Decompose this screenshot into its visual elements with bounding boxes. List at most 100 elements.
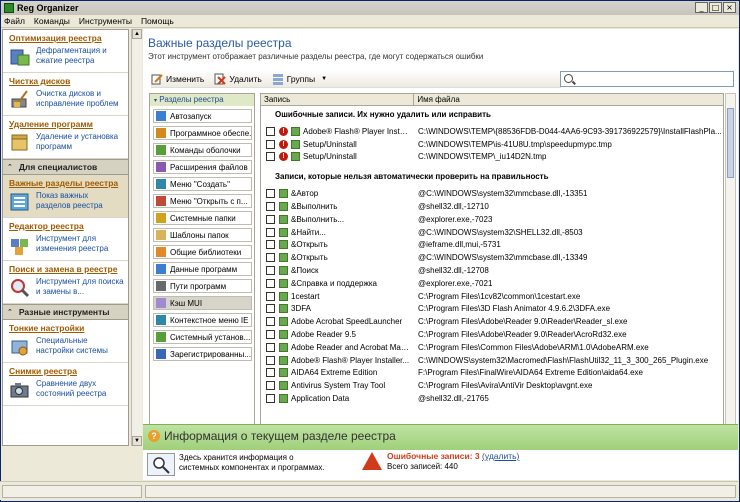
category-icon <box>156 332 166 342</box>
sidebar-item-snapshots[interactable]: Снимки реестра Сравнение двух состояний … <box>3 363 128 406</box>
sidebar-item-title[interactable]: Поиск и замена в реестре <box>9 264 124 274</box>
table-row[interactable]: Adobe Reader 9.5 C:\Program Files\Adobe\R… <box>261 328 723 341</box>
category-item[interactable]: Шаблоны папок <box>153 228 252 242</box>
category-icon <box>156 298 166 308</box>
sidebar-item-registry-optimization[interactable]: Оптимизация реестра Дефрагментация и сжа… <box>3 30 128 73</box>
minimize-button[interactable]: _ <box>695 2 708 13</box>
table-row[interactable]: &Выполнить... @explorer.exe,-7023 <box>261 213 723 226</box>
col-header-file[interactable]: Имя файла <box>414 94 723 105</box>
row-checkbox[interactable] <box>266 394 275 404</box>
delete-errors-link[interactable]: (удалить) <box>482 451 519 461</box>
category-item[interactable]: Меню "Создать" <box>153 177 252 191</box>
row-checkbox[interactable] <box>266 266 275 276</box>
category-item[interactable]: Пути программ <box>153 279 252 293</box>
table-row[interactable]: 3DFA C:\Program Files\3D Flash Animator 4… <box>261 303 723 316</box>
sidebar-item-title[interactable]: Чистка дисков <box>9 76 124 86</box>
sidebar-item-tweaks[interactable]: Тонкие настройки Специальные настройки с… <box>3 320 128 363</box>
table-row[interactable]: Adobe Acrobat SpeedLauncher C:\Program Fi… <box>261 315 723 328</box>
sidebar-item-registry-editor[interactable]: Редактор реестра Инструмент для изменени… <box>3 218 128 261</box>
row-checkbox[interactable] <box>266 253 275 263</box>
section-unverified-header: Записи, которые нельзя автоматически про… <box>275 172 549 182</box>
sidebar-item-title[interactable]: Удаление программ <box>9 119 124 129</box>
maximize-button[interactable]: □ <box>709 2 722 13</box>
group-header-specialists[interactable]: ⌃ Для специалистов <box>3 159 128 175</box>
scroll-down-icon[interactable]: ▼ <box>132 436 142 446</box>
sidebar-item-uninstall[interactable]: Удаление программ Удаление и установка п… <box>3 116 128 159</box>
status-pane-left <box>2 485 142 498</box>
sidebar-item-desc: Сравнение двух состояний реестра <box>36 379 107 398</box>
menu-tools[interactable]: Инструменты <box>79 16 132 26</box>
category-item[interactable]: Кэш MUI <box>153 296 252 310</box>
search-input[interactable] <box>560 71 734 87</box>
row-checkbox[interactable] <box>266 152 275 162</box>
category-item[interactable]: Команды оболочки <box>153 143 252 157</box>
sidebar-item-title[interactable]: Редактор реестра <box>9 221 124 231</box>
sidebar-item-important-sections[interactable]: Важные разделы реестра Показ важных разд… <box>3 175 128 218</box>
table-row[interactable]: Adobe Reader and Acrobat Man... C:\Progra… <box>261 341 723 354</box>
table-row[interactable]: Application Data @shell32.dll,-21765 <box>261 392 723 405</box>
entry-name: Antivirus System Tray Tool <box>291 381 386 391</box>
sidebar-item-disk-cleanup[interactable]: Чистка дисков Очистка дисков и исправлен… <box>3 73 128 116</box>
table-row[interactable]: &Поиск @shell32.dll,-12708 <box>261 264 723 277</box>
row-checkbox[interactable] <box>266 189 275 199</box>
row-checkbox[interactable] <box>266 368 275 378</box>
row-checkbox[interactable] <box>266 278 275 288</box>
sidebar-item-title[interactable]: Важные разделы реестра <box>9 178 124 188</box>
category-item[interactable]: Автозапуск <box>153 109 252 123</box>
table-row[interactable]: &Выполнить @shell32.dll,-12710 <box>261 200 723 213</box>
sidebar-scrollbar[interactable]: ▲ ▼ <box>131 29 142 446</box>
category-item[interactable]: Системные папки <box>153 211 252 225</box>
row-checkbox[interactable] <box>266 126 275 136</box>
category-item[interactable]: Меню "Открыть с п... <box>153 194 252 208</box>
sidebar-item-title[interactable]: Оптимизация реестра <box>9 33 124 43</box>
table-row[interactable]: ! Setup/Uninstall C:\WINDOWS\TEMP\is-41U8U… <box>261 138 723 151</box>
row-checkbox[interactable] <box>266 214 275 224</box>
menu-file[interactable]: Файл <box>4 16 25 26</box>
menu-help[interactable]: Помощь <box>141 16 174 26</box>
row-checkbox[interactable] <box>266 330 275 340</box>
scroll-up-icon[interactable]: ▲ <box>132 29 142 39</box>
table-row[interactable]: &Автор @C:\WINDOWS\system32\mmcbase.dll,-… <box>261 187 723 200</box>
col-header-entry[interactable]: Запись <box>261 94 415 105</box>
table-row[interactable]: AIDA64 Extreme Edition F:\Program Files\F… <box>261 367 723 380</box>
sidebar-item-title[interactable]: Тонкие настройки <box>9 323 124 333</box>
sidebar-item-title[interactable]: Снимки реестра <box>9 366 124 376</box>
row-checkbox[interactable] <box>266 291 275 301</box>
edit-button[interactable]: Изменить <box>151 73 204 85</box>
table-row[interactable]: &Справка и поддержка @explorer.exe,-7021 <box>261 277 723 290</box>
list-scrollbar[interactable] <box>725 93 736 438</box>
row-checkbox[interactable] <box>266 240 275 250</box>
table-row[interactable]: Adobe® Flash® Player Installer... C:\WIND… <box>261 354 723 367</box>
categories-header[interactable]: ▾ Разделы реестра <box>150 94 254 106</box>
delete-button[interactable]: Удалить <box>214 73 262 85</box>
table-row[interactable]: 1cestart C:\Program Files\1cv82\common\1c… <box>261 290 723 303</box>
row-checkbox[interactable] <box>266 304 275 314</box>
row-checkbox[interactable] <box>266 139 275 149</box>
category-item[interactable]: Программное обеспе... <box>153 126 252 140</box>
entry-name: &Справка и поддержка <box>291 278 377 288</box>
category-item[interactable]: Системный установ... <box>153 330 252 344</box>
table-row[interactable]: &Открыть @ieframe.dll,mui,-5731 <box>261 239 723 252</box>
table-row[interactable]: &Открыть @C:\WINDOWS\system32\mmcbase.dll… <box>261 251 723 264</box>
menu-commands[interactable]: Команды <box>34 16 70 26</box>
row-checkbox[interactable] <box>266 342 275 352</box>
category-item[interactable]: Общие библиотеки <box>153 245 252 259</box>
table-row[interactable]: ! Setup/Uninstall C:\WINDOWS\TEMP\_iu14D2N… <box>261 151 723 164</box>
row-checkbox[interactable] <box>266 381 275 391</box>
category-item[interactable]: Расширения файлов <box>153 160 252 174</box>
row-checkbox[interactable] <box>266 202 275 212</box>
category-item[interactable]: Контекстное меню IE <box>153 313 252 327</box>
groups-dropdown[interactable]: Группы ▼ <box>272 73 327 85</box>
row-checkbox[interactable] <box>266 227 275 237</box>
sidebar-item-search-replace[interactable]: Поиск и замена в реестре Инструмент для … <box>3 261 128 304</box>
table-row[interactable]: &Найти... @C:\WINDOWS\system32\SHELL32.dl… <box>261 226 723 239</box>
scroll-thumb[interactable] <box>727 108 734 178</box>
close-button[interactable]: × <box>723 2 736 13</box>
category-item[interactable]: Данные программ <box>153 262 252 276</box>
group-header-misc[interactable]: ⌃ Разные инструменты <box>3 304 128 320</box>
table-row[interactable]: Antivirus System Tray Tool C:\Program Fil… <box>261 379 723 392</box>
category-item[interactable]: Зарегистрированны... <box>153 347 252 361</box>
table-row[interactable]: ! Adobe® Flash® Player Installer... C:\WIN… <box>261 125 723 138</box>
row-checkbox[interactable] <box>266 355 275 365</box>
row-checkbox[interactable] <box>266 317 275 327</box>
